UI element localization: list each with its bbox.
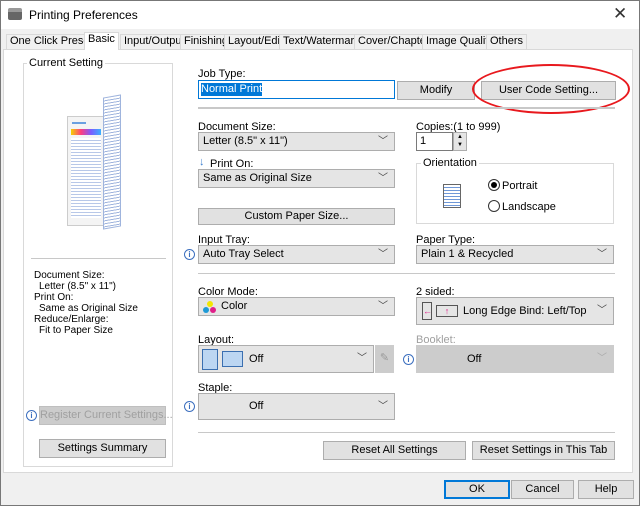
color-mode-select[interactable]: Color ﹀ <box>198 297 395 316</box>
document-size-value: Letter (8.5" x 11") <box>203 135 288 147</box>
chevron-down-icon: ﹀ <box>357 353 367 364</box>
pencil-icon: ✎ <box>379 352 390 364</box>
chevron-down-icon: ﹀ <box>378 301 388 312</box>
title-bar: Printing Preferences ✕ <box>1 1 639 29</box>
two-sided-select[interactable]: ← ↑ Long Edge Bind: Left/Top ﹀ <box>416 297 614 325</box>
spin-down-icon[interactable]: ▼ <box>454 141 466 149</box>
layout-page-icon <box>202 349 218 370</box>
long-edge-bind-icon: ← <box>422 302 432 320</box>
orientation-title: Orientation <box>421 157 479 169</box>
divider <box>198 432 615 433</box>
tab-basic[interactable]: Basic <box>84 32 119 50</box>
close-icon[interactable]: ✕ <box>613 4 627 24</box>
color-mode-value: Color <box>221 300 248 312</box>
summary-value: Same as Original Size <box>39 303 138 314</box>
chevron-down-icon: ﹀ <box>597 305 607 316</box>
page-preview-image <box>67 94 123 231</box>
settings-summary-button[interactable]: Settings Summary <box>39 439 166 458</box>
spin-up-icon[interactable]: ▲ <box>454 133 466 141</box>
copies-spinner[interactable]: ▲ ▼ <box>453 132 467 151</box>
copies-input[interactable]: 1 <box>416 132 453 151</box>
job-type-field[interactable]: Normal Print <box>198 80 395 99</box>
chevron-down-icon: ﹀ <box>597 249 607 260</box>
layout-select[interactable]: Off ﹀ <box>198 345 374 373</box>
summary-label: Document Size: <box>34 270 105 281</box>
chevron-down-icon: ﹀ <box>597 353 607 364</box>
printer-icon <box>8 8 22 20</box>
chevron-down-icon: ﹀ <box>378 401 388 412</box>
custom-paper-size-button[interactable]: Custom Paper Size... <box>198 208 395 225</box>
help-button[interactable]: Help <box>578 480 634 499</box>
job-type-value: Normal Print <box>201 83 263 96</box>
info-icon[interactable]: i <box>26 410 37 421</box>
booklet-select[interactable]: Off ﹀ <box>416 345 614 373</box>
tab-others[interactable]: Others <box>486 34 528 49</box>
chevron-down-icon: ﹀ <box>378 249 388 260</box>
cancel-button[interactable]: Cancel <box>511 480 574 499</box>
color-dots-icon <box>203 301 217 313</box>
two-sided-value: Long Edge Bind: Left/Top <box>463 305 587 317</box>
input-tray-select[interactable]: Auto Tray Select ﹀ <box>198 245 395 264</box>
info-icon[interactable]: i <box>184 401 195 412</box>
info-icon[interactable]: i <box>184 249 195 260</box>
staple-value: Off <box>249 400 264 412</box>
input-tray-value: Auto Tray Select <box>203 248 284 260</box>
tab-text-watermark[interactable]: Text/Watermark <box>279 34 364 49</box>
ok-button[interactable]: OK <box>444 480 510 499</box>
current-setting-title: Current Setting <box>27 57 105 69</box>
portrait-radio[interactable] <box>488 179 500 191</box>
print-on-value: Same as Original Size <box>203 172 312 184</box>
arrow-down-icon: ↓ <box>199 156 205 168</box>
paper-type-value: Plain 1 & Recycled <box>421 248 514 260</box>
layout-landscape-icon <box>222 351 243 367</box>
booklet-value: Off <box>467 353 482 365</box>
register-current-settings-button[interactable]: Register Current Settings... <box>39 406 173 425</box>
tab-input-output[interactable]: Input/Output <box>120 34 189 49</box>
portrait-page-icon <box>443 184 461 208</box>
tab-layout-edit[interactable]: Layout/Edit <box>224 34 288 49</box>
flip-page-icon: ↑ <box>436 305 458 317</box>
info-icon[interactable]: i <box>403 354 414 365</box>
portrait-label[interactable]: Portrait <box>502 180 537 192</box>
reset-settings-tab-button[interactable]: Reset Settings in This Tab <box>472 441 615 460</box>
paper-type-select[interactable]: Plain 1 & Recycled ﹀ <box>416 245 614 264</box>
pencil-edit-button[interactable]: ✎ <box>375 345 394 373</box>
chevron-down-icon: ﹀ <box>378 173 388 184</box>
modify-button[interactable]: Modify <box>397 81 475 100</box>
printing-preferences-window: Printing Preferences ✕ One Click Presets… <box>0 0 640 506</box>
layout-value: Off <box>249 353 264 365</box>
summary-value: Fit to Paper Size <box>39 325 113 336</box>
chevron-down-icon: ﹀ <box>378 136 388 147</box>
landscape-label[interactable]: Landscape <box>502 201 556 213</box>
window-title: Printing Preferences <box>29 8 138 22</box>
summary-label: Print On: <box>34 292 74 303</box>
job-type-label: Job Type: <box>198 68 246 80</box>
summary-label: Reduce/Enlarge: <box>34 314 109 325</box>
landscape-radio[interactable] <box>488 200 500 212</box>
divider <box>31 258 166 259</box>
document-size-select[interactable]: Letter (8.5" x 11") ﹀ <box>198 132 395 151</box>
divider <box>198 273 615 274</box>
staple-select[interactable]: Off ﹀ <box>198 393 395 420</box>
divider <box>198 107 615 109</box>
summary-value: Letter (8.5" x 11") <box>39 281 116 292</box>
current-setting-summary: Document Size: Letter (8.5" x 11") Print… <box>34 270 138 336</box>
reset-all-settings-button[interactable]: Reset All Settings <box>323 441 466 460</box>
print-on-select[interactable]: Same as Original Size ﹀ <box>198 169 395 188</box>
